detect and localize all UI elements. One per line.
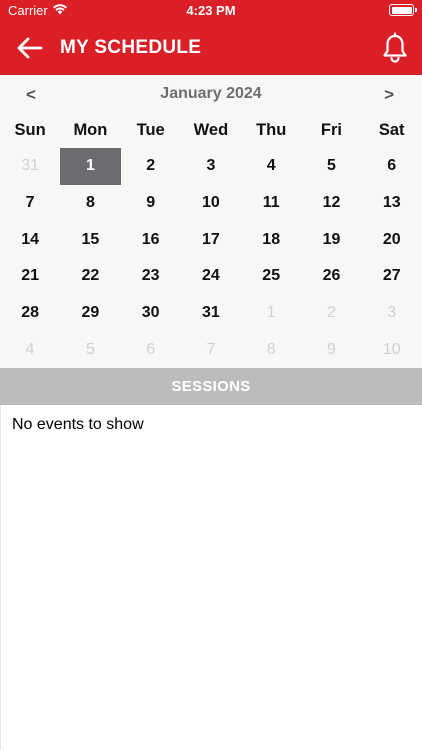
calendar-days-grid: 31 1 2 3 4 5 6 7 8 9 10 11 12 13 14 15 16 17 18 19 20 21 22 23 2…: [0, 148, 422, 368]
calendar-day[interactable]: 14: [0, 221, 60, 258]
calendar-day-selected[interactable]: 1: [60, 148, 121, 185]
weekday-header: Sun Mon Tue Wed Thu Fri Sat: [0, 113, 422, 147]
status-time: 4:23 PM: [186, 3, 236, 18]
calendar-day[interactable]: 23: [121, 258, 181, 295]
calendar: < January 2024 > Sun Mon Tue Wed Thu Fri…: [0, 75, 422, 368]
calendar-day[interactable]: 10: [181, 185, 241, 222]
calendar-day[interactable]: 13: [362, 185, 422, 222]
calendar-day[interactable]: 5: [301, 148, 361, 185]
calendar-day[interactable]: 15: [60, 221, 120, 258]
calendar-day[interactable]: 9: [121, 185, 181, 222]
page-title: MY SCHEDULE: [60, 37, 202, 58]
calendar-day[interactable]: 9: [301, 331, 361, 368]
calendar-day[interactable]: 31: [181, 295, 241, 332]
calendar-day[interactable]: 27: [362, 258, 422, 295]
content-divider: [0, 405, 1, 750]
calendar-day[interactable]: 5: [60, 331, 120, 368]
calendar-day[interactable]: 2: [301, 295, 361, 332]
calendar-day[interactable]: 4: [0, 331, 60, 368]
calendar-day[interactable]: 10: [362, 331, 422, 368]
weekday-label: Sun: [14, 121, 46, 139]
status-bar: Carrier 4:23 PM: [0, 0, 422, 21]
calendar-day[interactable]: 28: [0, 295, 60, 332]
sessions-header: SESSIONS: [0, 368, 422, 405]
bell-icon[interactable]: [380, 32, 410, 64]
calendar-day[interactable]: 29: [60, 295, 120, 332]
empty-state-text: No events to show: [12, 416, 144, 433]
calendar-day[interactable]: 8: [60, 185, 120, 222]
calendar-day[interactable]: 2: [121, 148, 181, 185]
calendar-day[interactable]: 3: [181, 148, 241, 185]
calendar-nav: < January 2024 >: [0, 75, 422, 113]
calendar-day[interactable]: 18: [241, 221, 301, 258]
calendar-day[interactable]: 22: [60, 258, 120, 295]
calendar-day[interactable]: 7: [181, 331, 241, 368]
month-label: January 2024: [160, 85, 262, 102]
calendar-day[interactable]: 4: [241, 148, 301, 185]
weekday-label: Fri: [320, 121, 342, 139]
calendar-day[interactable]: 1: [241, 295, 301, 332]
weekday-label: Sat: [378, 121, 405, 139]
weekday-label: Mon: [73, 121, 108, 139]
calendar-day[interactable]: 6: [362, 148, 422, 185]
calendar-day[interactable]: 30: [121, 295, 181, 332]
calendar-day[interactable]: 24: [181, 258, 241, 295]
calendar-day[interactable]: 3: [362, 295, 422, 332]
calendar-day[interactable]: 7: [0, 185, 60, 222]
next-month-button[interactable]: >: [384, 85, 394, 105]
calendar-day[interactable]: 11: [241, 185, 301, 222]
calendar-day[interactable]: 19: [301, 221, 361, 258]
calendar-day[interactable]: 20: [362, 221, 422, 258]
calendar-day[interactable]: 25: [241, 258, 301, 295]
calendar-day[interactable]: 31: [0, 148, 60, 185]
calendar-day[interactable]: 16: [121, 221, 181, 258]
battery-icon: [389, 4, 417, 16]
calendar-day[interactable]: 26: [301, 258, 361, 295]
calendar-day[interactable]: 17: [181, 221, 241, 258]
weekday-label: Tue: [136, 121, 165, 139]
weekday-label: Wed: [193, 121, 229, 139]
calendar-day[interactable]: 21: [0, 258, 60, 295]
app-header: MY SCHEDULE: [0, 21, 422, 75]
calendar-day[interactable]: 12: [301, 185, 361, 222]
arrow-left-icon[interactable]: [14, 32, 46, 64]
calendar-day[interactable]: 8: [241, 331, 301, 368]
weekday-label: Thu: [256, 121, 287, 139]
calendar-day[interactable]: 6: [121, 331, 181, 368]
